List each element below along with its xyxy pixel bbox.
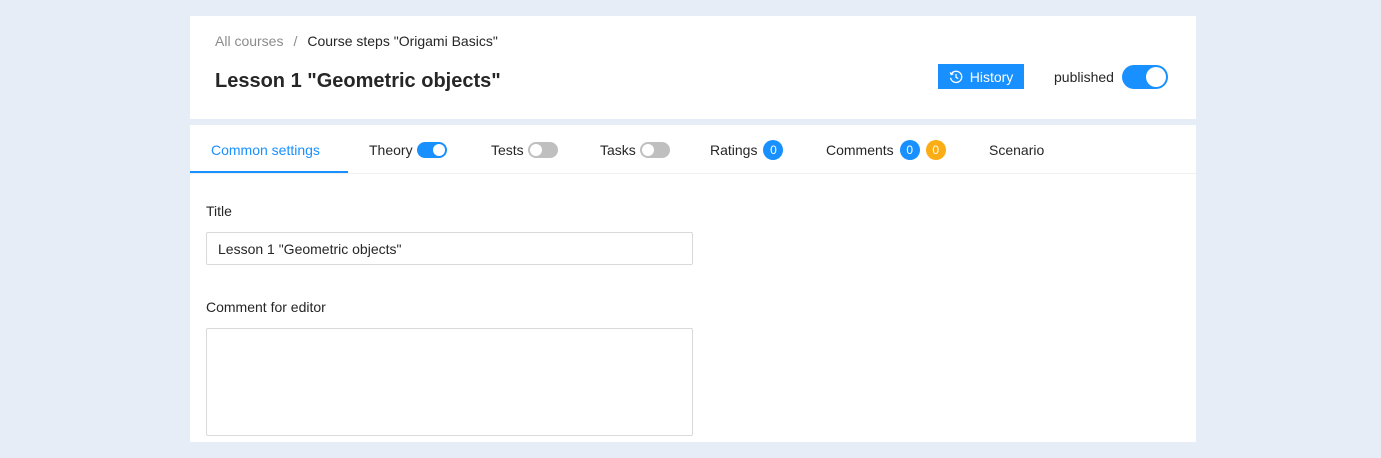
- breadcrumb-separator: /: [293, 33, 298, 49]
- published-toggle[interactable]: [1121, 65, 1168, 89]
- tab-label: Comments: [826, 141, 894, 158]
- tab-label: Scenario: [989, 141, 1045, 158]
- page-header: All courses / Course steps "Origami Basi…: [190, 16, 1196, 119]
- comments-count-badge: 0: [899, 139, 920, 160]
- comment-label: Comment for editor: [206, 299, 326, 315]
- title-input[interactable]: [206, 232, 693, 265]
- breadcrumb-all-courses[interactable]: All courses: [215, 33, 283, 49]
- tab-tasks[interactable]: Tasks: [600, 125, 670, 174]
- breadcrumb-current: Course steps "Origami Basics": [307, 33, 498, 49]
- tab-comments[interactable]: Comments 0 0: [826, 125, 946, 174]
- tab-label: Common settings: [211, 141, 320, 158]
- tab-theory[interactable]: Theory: [369, 125, 447, 174]
- toggle-knob: [529, 143, 542, 156]
- tab-label: Tasks: [600, 141, 636, 158]
- published-control: published: [1054, 65, 1168, 89]
- tab-bar: Common settings Theory Tests Tasks Ratin…: [190, 125, 1196, 174]
- published-label: published: [1054, 69, 1114, 85]
- tab-tests[interactable]: Tests: [491, 125, 558, 174]
- tab-label: Theory: [369, 141, 413, 158]
- tab-common-settings[interactable]: Common settings: [211, 125, 320, 174]
- ratings-count-badge: 0: [763, 139, 784, 160]
- page-title: Lesson 1 "Geometric objects": [215, 70, 501, 92]
- history-button-label: History: [969, 68, 1014, 85]
- tasks-toggle[interactable]: [639, 141, 670, 158]
- tab-ratings[interactable]: Ratings 0: [710, 125, 784, 174]
- lesson-settings-panel: Common settings Theory Tests Tasks Ratin…: [190, 125, 1196, 442]
- history-clock-icon: [949, 70, 963, 84]
- toggle-knob: [1145, 67, 1166, 87]
- tab-label: Ratings: [710, 141, 758, 158]
- history-button[interactable]: History: [938, 64, 1024, 89]
- tab-label: Tests: [491, 141, 524, 158]
- toggle-knob: [641, 143, 654, 156]
- tab-scenario[interactable]: Scenario: [989, 125, 1044, 174]
- active-tab-indicator: [190, 171, 348, 173]
- toggle-knob: [432, 143, 445, 156]
- theory-toggle[interactable]: [416, 141, 447, 158]
- breadcrumb: All courses / Course steps "Origami Basi…: [215, 33, 498, 49]
- tests-toggle[interactable]: [527, 141, 558, 158]
- title-label: Title: [206, 203, 232, 219]
- comments-pending-badge: 0: [925, 139, 946, 160]
- comment-for-editor-textarea[interactable]: [206, 328, 693, 436]
